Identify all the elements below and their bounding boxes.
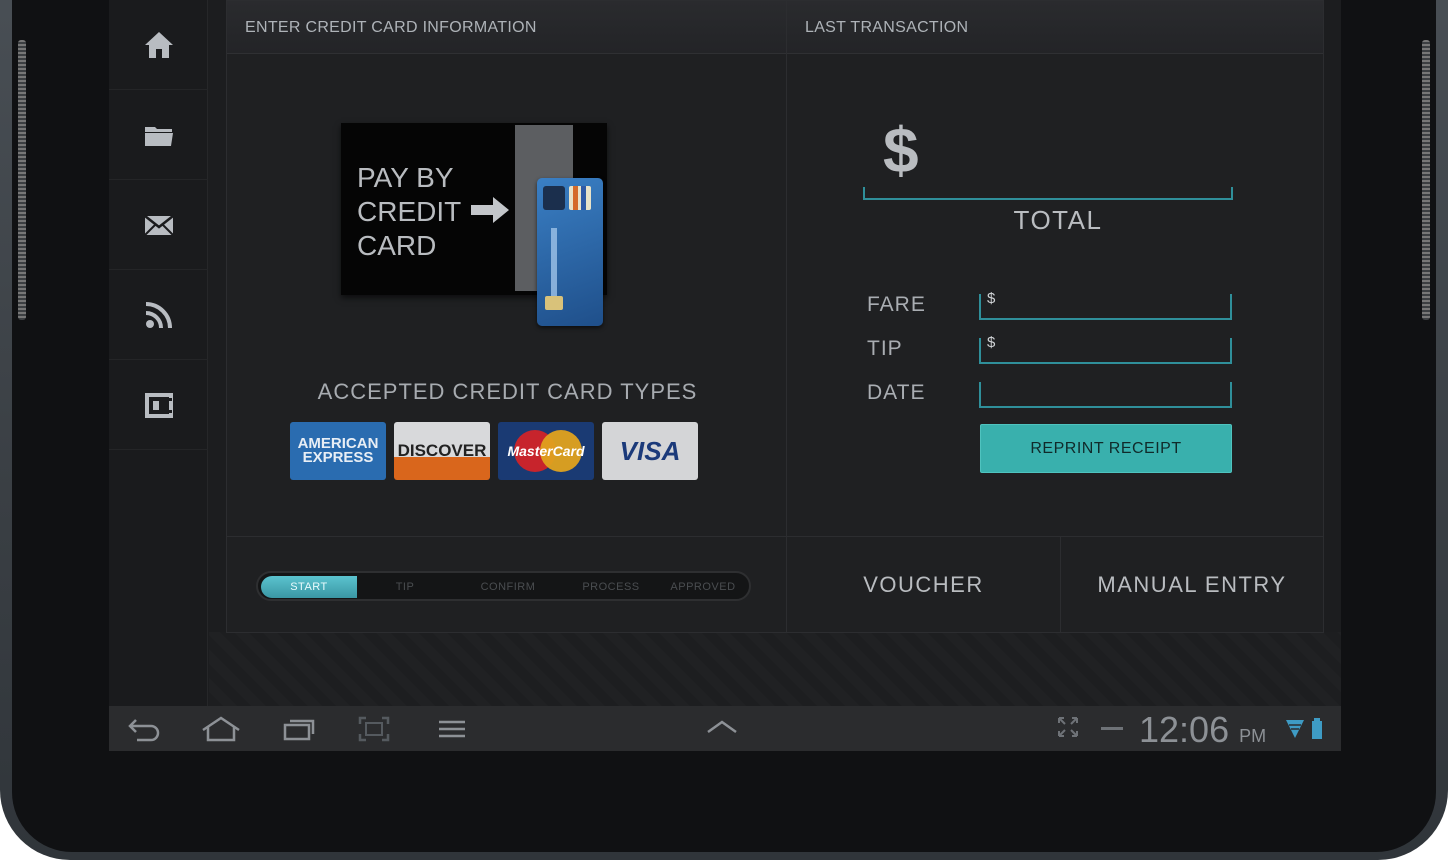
clock-ampm: PM	[1239, 726, 1267, 746]
visa-logo: VISA	[602, 422, 698, 480]
app-screen: ENTER CREDIT CARD INFORMATION PAY BY CRE…	[109, 0, 1341, 751]
progress-panel: START TIP CONFIRM PROCESS APPROVED	[226, 536, 787, 633]
card-chip-icon	[543, 186, 591, 310]
fullscreen-icon[interactable]	[1057, 716, 1079, 738]
manual-entry-button[interactable]: MANUAL ENTRY	[1061, 537, 1323, 632]
credit-card-panel-title: ENTER CREDIT CARD INFORMATION	[227, 1, 786, 54]
reprint-receipt-button[interactable]: REPRINT RECEIPT	[980, 424, 1232, 473]
speaker-grille-right	[1422, 40, 1430, 320]
voucher-button[interactable]: VOUCHER	[787, 537, 1060, 632]
progress-step-approved: APPROVED	[670, 581, 736, 593]
screenshot-icon[interactable]	[358, 716, 390, 742]
progress-step-start: START	[261, 576, 357, 598]
amex-logo: AMERICAN EXPRESS	[290, 422, 386, 480]
discover-logo: DISCOVER	[394, 422, 490, 480]
reader-line: PAY BY	[357, 162, 454, 193]
credit-card-panel: ENTER CREDIT CARD INFORMATION PAY BY CRE…	[226, 0, 787, 537]
tip-label: TIP	[867, 337, 903, 360]
folder-icon	[144, 126, 173, 146]
total-amount-field	[863, 187, 1233, 200]
tip-value: $	[987, 334, 996, 351]
voucher-panel: VOUCHER	[786, 536, 1061, 633]
home-nav-icon[interactable]	[201, 716, 241, 742]
recent-apps-icon[interactable]	[282, 716, 316, 742]
progress-step-process: PROCESS	[582, 581, 640, 593]
sidebar-item-files[interactable]	[109, 90, 208, 180]
sidebar	[109, 0, 208, 706]
arrow-right-icon	[471, 197, 509, 223]
mastercard-logo-text: MasterCard	[507, 443, 585, 459]
menu-icon[interactable]	[437, 716, 467, 742]
clock: 12:06 PM	[1139, 709, 1266, 751]
credit-card-image	[537, 178, 603, 326]
date-label: DATE	[867, 381, 926, 404]
fare-value: $	[987, 290, 996, 307]
total-currency-symbol: $	[883, 114, 919, 186]
progress-step-confirm: CONFIRM	[480, 581, 536, 593]
date-field	[979, 382, 1232, 408]
sidebar-item-messages[interactable]	[109, 180, 208, 270]
fare-label: FARE	[867, 293, 926, 316]
card-logos: AMERICAN EXPRESS DISCOVER MasterCard VIS…	[290, 422, 698, 480]
home-icon	[144, 31, 173, 58]
safe-icon	[144, 392, 173, 418]
total-label: TOTAL	[1013, 205, 1103, 235]
chevron-up-icon[interactable]	[706, 716, 738, 736]
back-icon[interactable]	[127, 716, 161, 742]
fare-field: $	[979, 290, 1232, 320]
reader-line: CARD	[357, 230, 437, 261]
sidebar-item-safe[interactable]	[109, 360, 208, 450]
sidebar-item-feed[interactable]	[109, 270, 208, 360]
accepted-cards-title: ACCEPTED CREDIT CARD TYPES	[317, 379, 698, 404]
last-transaction-panel: LAST TRANSACTION $ TOTAL FARE $ TIP $ DA…	[786, 0, 1324, 537]
system-bar: 12:06 PM	[109, 706, 1341, 751]
tip-field: $	[979, 334, 1232, 364]
clock-time: 12:06	[1139, 709, 1230, 750]
speaker-grille-left	[18, 40, 26, 320]
background-pattern	[209, 632, 1341, 706]
wifi-icon	[1286, 720, 1304, 738]
minimize-icon[interactable]	[1101, 727, 1123, 731]
progress-bar: START TIP CONFIRM PROCESS APPROVED	[256, 571, 751, 601]
sidebar-item-home[interactable]	[109, 0, 208, 90]
manual-entry-panel: MANUAL ENTRY	[1060, 536, 1324, 633]
progress-step-tip: TIP	[395, 581, 415, 593]
last-transaction-title: LAST TRANSACTION	[787, 1, 1323, 54]
mail-icon	[143, 214, 174, 236]
battery-icon	[1312, 718, 1322, 739]
mastercard-logo: MasterCard	[498, 422, 594, 480]
rss-icon	[145, 301, 172, 328]
